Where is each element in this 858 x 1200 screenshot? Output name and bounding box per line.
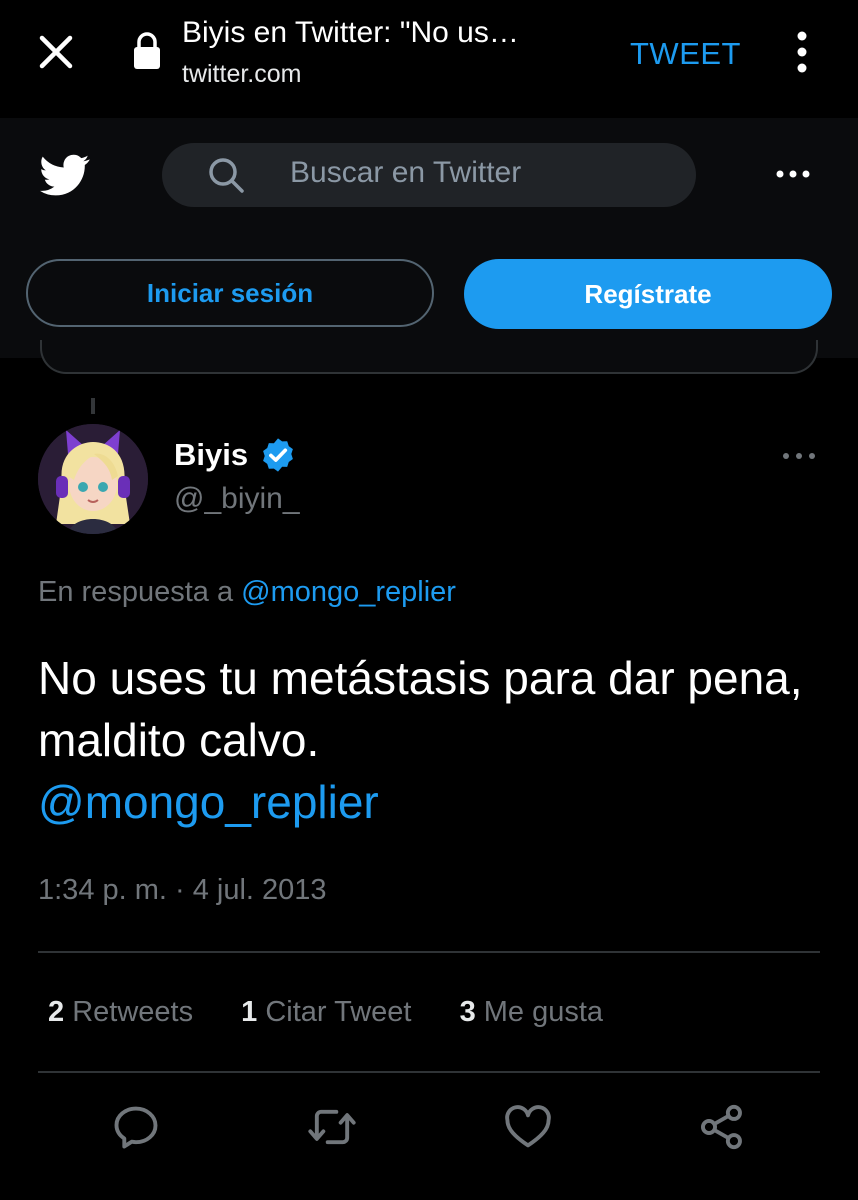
tweet-text: No uses tu metástasis para dar pena, mal… bbox=[38, 652, 803, 766]
reply-icon[interactable] bbox=[110, 1101, 162, 1153]
twitter-bird-icon[interactable] bbox=[36, 150, 94, 200]
quote-tweets-label: Citar Tweet bbox=[257, 996, 412, 1028]
more-icon[interactable] bbox=[774, 161, 812, 187]
display-name[interactable]: Biyis bbox=[174, 437, 248, 473]
tweet-timestamp[interactable]: 1:34 p. m. · 4 jul. 2013 bbox=[38, 874, 327, 907]
like-icon[interactable] bbox=[502, 1101, 554, 1153]
tweet-button[interactable]: TWEET bbox=[630, 36, 741, 72]
close-icon[interactable] bbox=[34, 30, 78, 74]
search-icon bbox=[209, 158, 244, 193]
user-handle[interactable]: @_biyin_ bbox=[174, 482, 300, 516]
likes-count: 3 bbox=[459, 996, 476, 1028]
share-icon[interactable] bbox=[696, 1101, 748, 1153]
divider bbox=[38, 951, 820, 953]
tweet-body: No uses tu metástasis para dar pena, mal… bbox=[38, 647, 818, 833]
retweets-count: 2 bbox=[48, 996, 65, 1028]
signup-button[interactable]: Regístrate bbox=[464, 259, 832, 329]
likes-label: Me gusta bbox=[475, 996, 604, 1028]
avatar[interactable] bbox=[38, 424, 148, 534]
retweet-icon[interactable] bbox=[306, 1101, 358, 1153]
reply-mention-link[interactable]: @mongo_replier bbox=[241, 576, 456, 608]
quote-tweets-stat[interactable]: 1 Citar Tweet bbox=[241, 996, 411, 1028]
quote-tweets-count: 1 bbox=[241, 996, 258, 1028]
tweet-mention-link[interactable]: @mongo_replier bbox=[38, 771, 818, 833]
login-button[interactable]: Iniciar sesión bbox=[26, 259, 434, 327]
verified-badge-icon bbox=[263, 438, 293, 472]
avatar-illustration bbox=[38, 424, 148, 534]
previous-tweet-card bbox=[40, 340, 818, 374]
search-placeholder: Buscar en Twitter bbox=[290, 156, 522, 189]
likes-stat[interactable]: 3 Me gusta bbox=[460, 996, 603, 1028]
divider bbox=[38, 1071, 820, 1073]
retweets-stat[interactable]: 2 Retweets bbox=[48, 996, 193, 1028]
retweets-label: Retweets bbox=[64, 996, 194, 1028]
overflow-menu-icon[interactable] bbox=[790, 28, 814, 76]
page-domain: twitter.com bbox=[182, 60, 302, 88]
tweet-stats: 2 Retweets 1 Citar Tweet 3 Me gusta bbox=[48, 996, 603, 1029]
thread-line bbox=[91, 398, 95, 414]
reply-context: En respuesta a @mongo_replier bbox=[38, 576, 456, 609]
reply-prefix: En respuesta a bbox=[38, 576, 242, 608]
lock-icon bbox=[134, 32, 160, 69]
tweet-more-icon[interactable] bbox=[780, 446, 818, 466]
page-title: Biyis en Twitter: "No us… bbox=[182, 16, 519, 49]
